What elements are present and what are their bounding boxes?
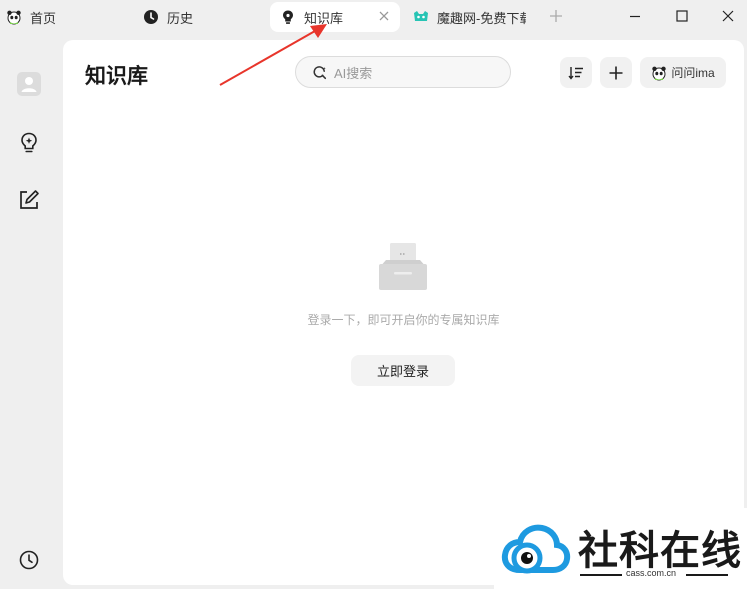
edit-icon — [20, 190, 39, 209]
tab-label: 首页 — [30, 10, 57, 26]
tab-label: 历史 — [167, 10, 194, 26]
sidebar-item-history[interactable] — [16, 547, 42, 573]
empty-box-icon — [379, 243, 427, 290]
sidebar-item-knowledge[interactable] — [16, 130, 42, 156]
tab-bar: 首页 历史 知识库 魔趣网-免费下载 — [0, 0, 747, 34]
maximize-icon[interactable] — [675, 9, 689, 23]
panda-icon — [652, 66, 667, 80]
cloud-eye-logo-icon — [501, 524, 571, 574]
annotation-arrow — [219, 24, 327, 86]
clock-icon — [19, 550, 39, 570]
clock-icon — [144, 10, 158, 24]
tab-moqu[interactable]: 魔趣网-免费下载 — [413, 2, 526, 32]
plus-icon — [609, 66, 623, 79]
page-title: 知识库 — [85, 65, 148, 88]
minimize-icon[interactable] — [628, 9, 642, 23]
watermark: 社科在线 cass.com.cn — [494, 508, 747, 589]
sidebar-item-notes[interactable] — [16, 187, 42, 213]
new-tab-icon[interactable] — [549, 9, 563, 23]
sidebar — [0, 40, 58, 589]
main-panel: 知识库 AI搜索 问问ima 登录一下，即可开启你的专属知识库 立即登录 — [63, 40, 744, 585]
empty-state-text: 登录一下，即可开启你的专属知识库 — [307, 313, 500, 327]
sort-icon — [568, 66, 583, 80]
user-icon — [17, 72, 41, 96]
ask-ima-label: 问问ima — [671, 66, 715, 80]
tab-close-icon[interactable] — [378, 10, 390, 22]
divider — [580, 574, 622, 576]
add-button[interactable] — [600, 57, 632, 88]
ask-ima-button[interactable]: 问问ima — [640, 57, 726, 88]
bulb-plus-icon — [21, 132, 37, 153]
panda-icon — [7, 10, 21, 25]
tab-home[interactable]: 首页 — [6, 2, 116, 32]
close-icon[interactable] — [721, 9, 735, 23]
game-icon — [414, 11, 428, 21]
tab-label: 魔趣网-免费下载 — [437, 10, 526, 26]
watermark-domain: cass.com.cn — [626, 568, 677, 578]
sort-button[interactable] — [560, 57, 592, 88]
divider — [686, 574, 728, 576]
login-button[interactable]: 立即登录 — [351, 355, 455, 386]
avatar[interactable] — [16, 71, 42, 97]
